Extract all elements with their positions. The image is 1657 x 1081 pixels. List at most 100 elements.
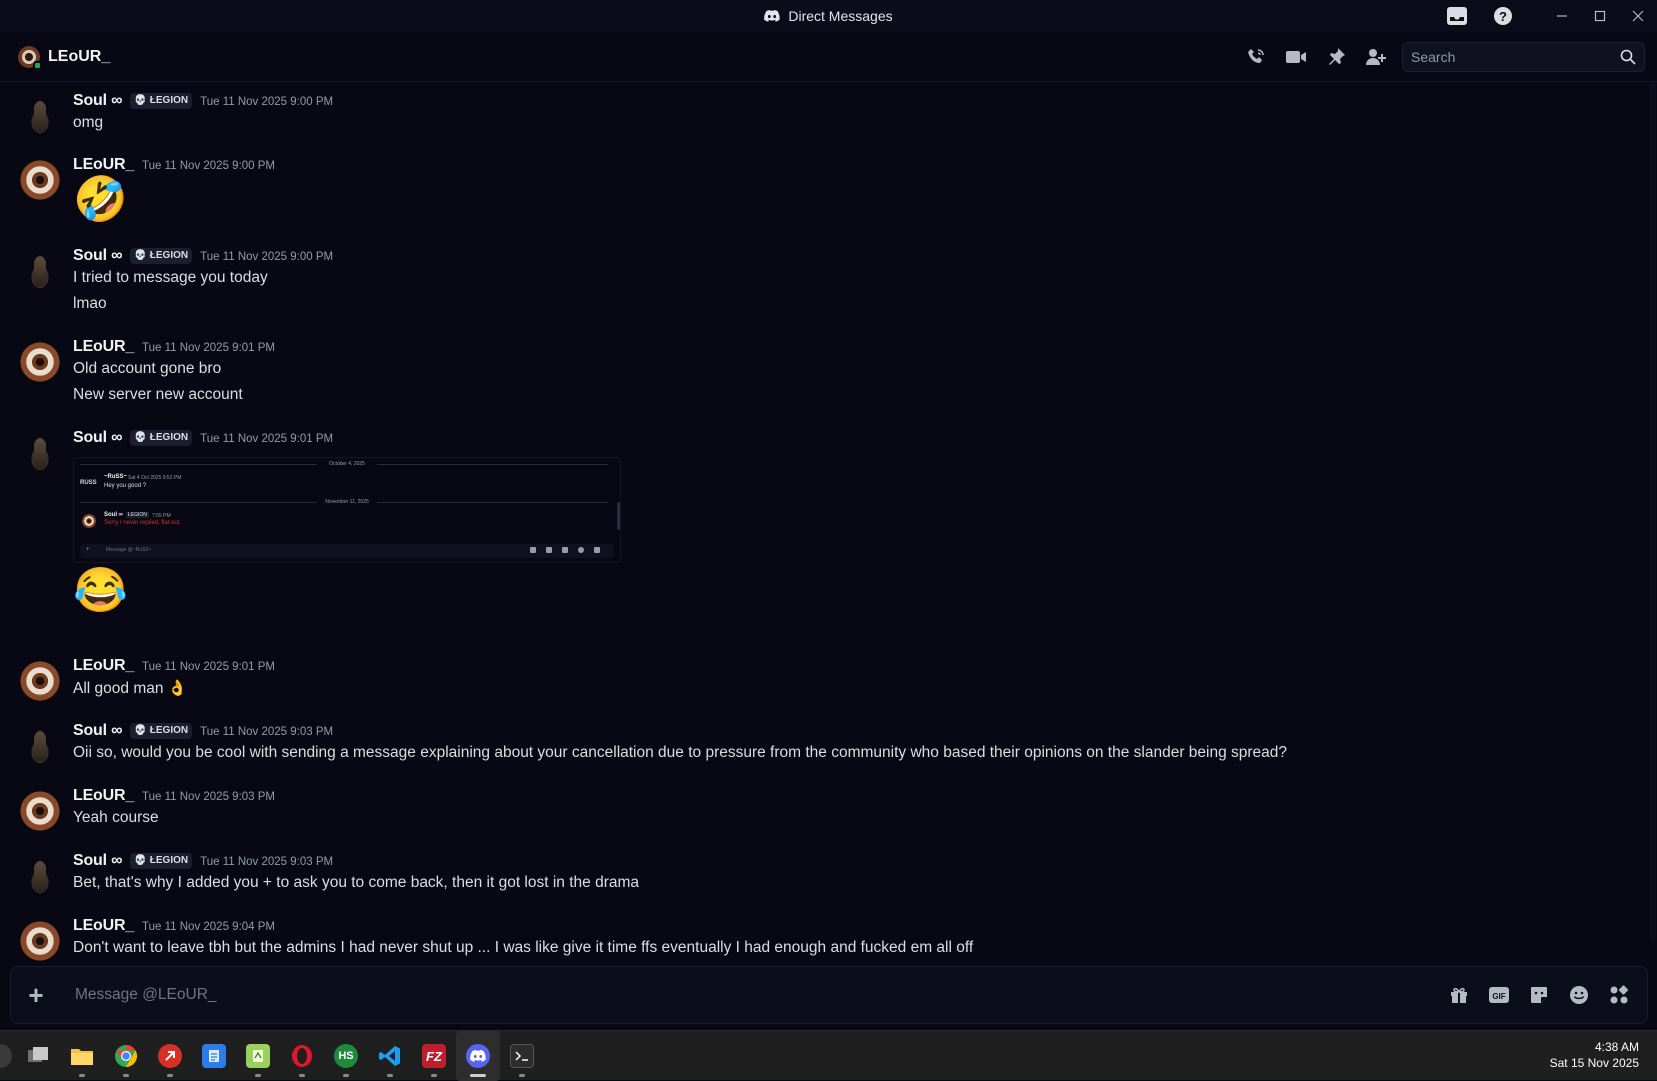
notepad-plus-plus-icon[interactable] bbox=[236, 1031, 280, 1081]
voice-call-icon[interactable] bbox=[1245, 46, 1267, 68]
guild-tag[interactable]: 💀 ŁEGION bbox=[130, 722, 193, 739]
guild-tag[interactable]: 💀 ŁEGION bbox=[130, 852, 193, 869]
message-author[interactable]: LEoUR_ bbox=[73, 338, 134, 356]
scrollbar-thumb[interactable] bbox=[1650, 82, 1656, 942]
pin-icon[interactable] bbox=[1325, 46, 1347, 68]
guild-tag[interactable]: 💀 ŁEGION bbox=[130, 92, 193, 109]
discord-taskbar-icon[interactable] bbox=[456, 1031, 500, 1081]
avatar[interactable] bbox=[20, 433, 60, 473]
guild-tag-label: ŁEGION bbox=[149, 432, 189, 443]
message-list[interactable]: Soul ∞ 💀 ŁEGION Tue 11 Nov 2025 9:00 PM o… bbox=[0, 82, 1648, 962]
avatar[interactable] bbox=[20, 921, 60, 961]
task-view-icon[interactable] bbox=[16, 1031, 60, 1081]
avatar[interactable] bbox=[20, 661, 60, 701]
sticker-icon[interactable] bbox=[1527, 983, 1551, 1007]
apps-icon bbox=[594, 547, 600, 553]
message-text: lmao bbox=[73, 295, 107, 312]
emoji-icon[interactable] bbox=[1567, 983, 1591, 1007]
rofl-emoji[interactable]: 🤣 bbox=[73, 176, 128, 224]
system-clock[interactable]: 4:38 AM Sat 15 Nov 2025 bbox=[1550, 1039, 1639, 1071]
guild-tag-label: ŁEGION bbox=[149, 250, 189, 261]
joy-emoji[interactable]: 😂 bbox=[73, 567, 128, 615]
close-icon[interactable] bbox=[1619, 0, 1657, 32]
git-tool-icon[interactable] bbox=[148, 1031, 192, 1081]
message-author[interactable]: LEoUR_ bbox=[73, 917, 134, 935]
message-text: Oii so, would you be cool with sending a… bbox=[73, 744, 1288, 761]
attachment-input: + Message @~RuSS~ bbox=[80, 544, 614, 558]
file-explorer-icon[interactable] bbox=[60, 1031, 104, 1081]
attachment-text: Sorry I never replied, flat out bbox=[104, 520, 180, 526]
message-input[interactable] bbox=[75, 986, 1447, 1004]
attachment-text: Hey you good ? bbox=[104, 483, 147, 489]
running-indicator bbox=[387, 1074, 393, 1077]
video-call-icon[interactable] bbox=[1285, 46, 1307, 68]
avatar bbox=[18, 45, 42, 70]
running-indicator bbox=[343, 1074, 349, 1077]
server-tag: RUSS bbox=[80, 480, 97, 486]
avatar[interactable] bbox=[20, 160, 60, 200]
message-timestamp: Tue 11 Nov 2025 9:00 PM bbox=[142, 160, 275, 172]
avatar[interactable] bbox=[20, 251, 60, 291]
window-title-text: Direct Messages bbox=[788, 8, 893, 24]
message-author[interactable]: Soul ∞ bbox=[73, 429, 123, 447]
guild-tag: ŁEGION bbox=[126, 512, 149, 518]
search-box[interactable] bbox=[1402, 42, 1645, 72]
widgets-button[interactable] bbox=[0, 1044, 12, 1068]
guild-tag-label: ŁEGION bbox=[149, 725, 189, 736]
gif-icon[interactable]: GIF bbox=[1487, 983, 1511, 1007]
sticker-icon bbox=[562, 547, 568, 553]
notepad-icon[interactable] bbox=[192, 1031, 236, 1081]
gift-icon bbox=[530, 547, 536, 553]
maximize-icon[interactable] bbox=[1581, 0, 1619, 32]
message-timestamp: Tue 11 Nov 2025 9:00 PM bbox=[200, 96, 334, 108]
avatar[interactable] bbox=[20, 856, 60, 896]
message-author[interactable]: Soul ∞ bbox=[73, 722, 123, 740]
skull-icon: 💀 bbox=[134, 725, 147, 736]
message-author[interactable]: LEoUR_ bbox=[73, 787, 134, 805]
avatar[interactable] bbox=[20, 791, 60, 831]
avatar[interactable] bbox=[20, 342, 60, 382]
upload-plus-icon[interactable]: + bbox=[11, 966, 61, 1024]
message-scrollbar[interactable] bbox=[1649, 82, 1657, 962]
message-timestamp: Tue 11 Nov 2025 9:01 PM bbox=[200, 433, 334, 445]
message-timestamp: Tue 11 Nov 2025 9:01 PM bbox=[142, 342, 275, 354]
add-friends-icon[interactable] bbox=[1365, 46, 1387, 68]
terminal-icon[interactable] bbox=[500, 1031, 544, 1081]
filezilla-icon[interactable]: FZ bbox=[412, 1031, 456, 1081]
running-indicator bbox=[299, 1074, 305, 1077]
running-indicator bbox=[79, 1074, 85, 1077]
header-actions bbox=[1245, 32, 1427, 82]
plus-icon: + bbox=[86, 547, 90, 553]
minimize-icon[interactable] bbox=[1543, 0, 1581, 32]
gift-icon[interactable] bbox=[1447, 983, 1471, 1007]
message-author[interactable]: Soul ∞ bbox=[73, 852, 123, 870]
image-attachment[interactable]: October 4, 2025 RUSS ~RuSS~ Sat 4 Oct 20… bbox=[73, 457, 621, 563]
dm-header: LEoUR_ bbox=[0, 32, 1657, 82]
guild-tag[interactable]: 💀 ŁEGION bbox=[130, 247, 193, 264]
message-composer: + GIF bbox=[10, 966, 1648, 1024]
message-author[interactable]: Soul ∞ bbox=[73, 92, 123, 110]
avatar[interactable] bbox=[20, 96, 60, 136]
message-text: I tried to message you today bbox=[73, 269, 268, 286]
opera-icon[interactable] bbox=[280, 1031, 324, 1081]
dm-recipient[interactable]: LEoUR_ bbox=[18, 45, 110, 70]
apps-icon[interactable] bbox=[1607, 983, 1631, 1007]
message-author[interactable]: LEoUR_ bbox=[73, 156, 134, 174]
attachment-timestamp: Sat 4 Oct 2025 9:52 PM bbox=[128, 475, 182, 481]
message-text: Bet, that's why I added you + to ask you… bbox=[73, 874, 640, 891]
guild-tag[interactable]: 💀 ŁEGION bbox=[130, 429, 193, 446]
guild-tag-label: ŁEGION bbox=[149, 95, 189, 106]
chrome-icon[interactable] bbox=[104, 1031, 148, 1081]
search-input[interactable] bbox=[1411, 49, 1620, 65]
avatar bbox=[82, 514, 96, 528]
avatar[interactable] bbox=[20, 726, 60, 766]
vscode-icon[interactable] bbox=[368, 1031, 412, 1081]
message-author[interactable]: Soul ∞ bbox=[73, 247, 123, 265]
help-icon[interactable]: ? bbox=[1485, 0, 1521, 32]
running-indicator bbox=[431, 1074, 437, 1077]
hs-app-icon[interactable]: HS bbox=[324, 1031, 368, 1081]
message-timestamp: Tue 11 Nov 2025 9:03 PM bbox=[200, 726, 334, 738]
message-author[interactable]: LEoUR_ bbox=[73, 657, 134, 675]
inbox-icon[interactable] bbox=[1439, 0, 1475, 32]
composer-tools: GIF bbox=[1447, 983, 1631, 1007]
